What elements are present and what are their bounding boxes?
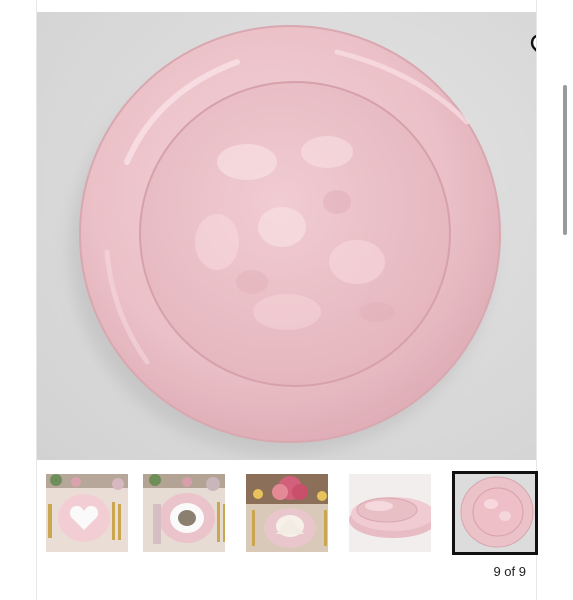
- thumbnail-3[interactable]: [246, 474, 328, 552]
- gallery-counter: 9 of 9: [493, 564, 526, 579]
- scrollbar-thumb[interactable]: [563, 85, 567, 235]
- product-gallery-screen: 9 of 9: [0, 0, 573, 600]
- main-product-image[interactable]: [37, 12, 536, 460]
- table-setting-gold-cutlery-thumbnail-icon: [143, 474, 225, 552]
- thumbnail-2[interactable]: [143, 474, 225, 552]
- pink-plate-thumbnail-icon: [455, 474, 535, 552]
- table-setting-heart-plate-thumbnail-icon: [46, 474, 128, 552]
- favorite-button[interactable]: [530, 32, 536, 64]
- heart-outline-icon: [530, 34, 536, 52]
- table-setting-flowers-thumbnail-icon: [246, 474, 328, 552]
- pink-dinner-plate-image: [70, 25, 501, 455]
- stacked-plates-thumbnail-icon: [349, 474, 431, 552]
- thumbnail-4[interactable]: [349, 474, 431, 552]
- thumbnail-5-selected[interactable]: [452, 471, 538, 555]
- thumbnail-1[interactable]: [46, 474, 128, 552]
